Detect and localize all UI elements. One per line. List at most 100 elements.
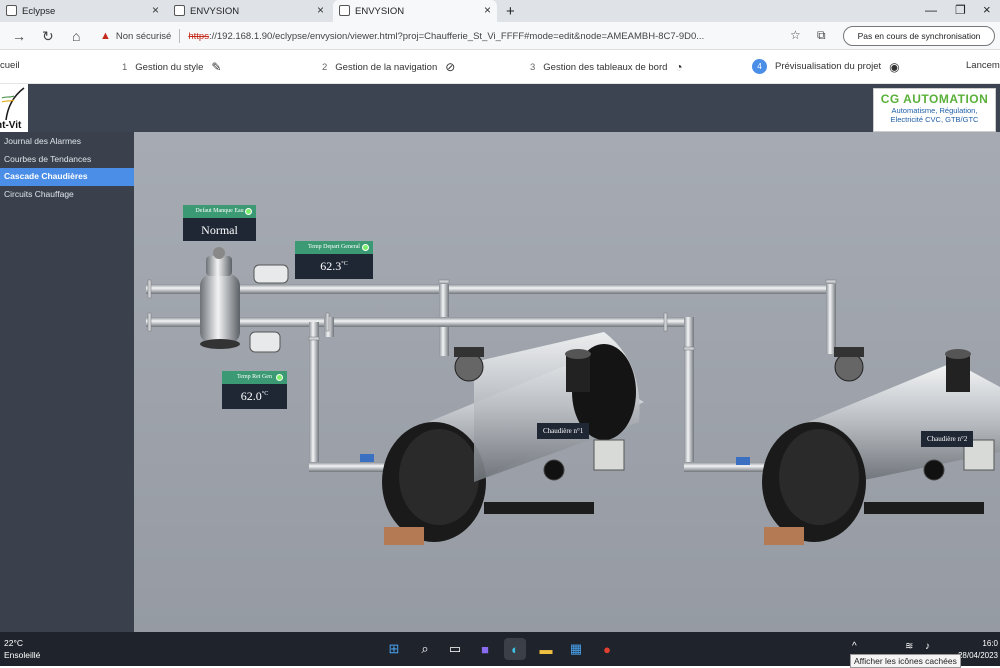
close-icon[interactable]: × — [317, 3, 324, 17]
step-preview[interactable]: 4 Prévisualisation du projet ◉ — [752, 59, 900, 74]
url-scheme: https — [188, 30, 209, 42]
new-tab-button[interactable]: + — [500, 0, 522, 22]
weather-temp: 22°C — [4, 638, 23, 648]
gauge-icon: ◔ — [675, 60, 683, 74]
sidebar-item-tendances[interactable]: Courbes de Tendances — [0, 151, 134, 169]
clock[interactable]: 16:0 28/04/2023 — [958, 638, 998, 662]
url-text: ://192.168.1.90/eclypse/envysion/viewer.… — [208, 30, 705, 42]
step-number: 2 — [322, 61, 328, 73]
sidebar-item-label: Courbes de Tendances — [4, 153, 92, 164]
close-window-icon[interactable]: × — [983, 2, 991, 17]
start-icon[interactable]: ⊞ — [383, 638, 405, 660]
sidebar-item-circuits[interactable]: Circuits Chauffage — [0, 186, 134, 204]
boiler-label-text: Chaudière n°2 — [927, 435, 968, 443]
maximize-icon[interactable]: ❐ — [955, 3, 966, 17]
page-icon — [339, 5, 350, 16]
clock-date: 28/04/2023 — [957, 651, 998, 660]
task-view-icon[interactable]: ▭ — [444, 638, 466, 660]
widget-unit: °C — [341, 261, 348, 267]
status-dot — [276, 374, 283, 381]
refresh-icon[interactable]: ↻ — [42, 28, 54, 45]
widget-unit: °C — [261, 391, 269, 397]
clock-time: 16:0 — [982, 639, 998, 648]
widget-temp-depart[interactable]: Temp Depart General 62.3°C — [295, 241, 373, 279]
forward-icon[interactable]: → — [12, 28, 26, 44]
close-icon[interactable]: × — [152, 3, 159, 17]
boiler-1-label[interactable]: Chaudière n°1 — [537, 423, 590, 439]
eye-icon: ◉ — [889, 59, 900, 74]
tab-eclypse[interactable]: Eclypse × — [0, 0, 165, 22]
widget-title: Temp Ret Gen — [237, 374, 272, 380]
volume-icon[interactable]: ♪ — [925, 641, 930, 652]
home-icon[interactable]: ⌂ — [72, 28, 80, 44]
flow-meter-retour — [249, 331, 281, 353]
chrome-icon[interactable]: ● — [596, 638, 618, 660]
step-label: Prévisualisation du projet — [775, 61, 882, 72]
edge-icon[interactable]: ◐ — [504, 638, 526, 660]
weather-widget[interactable]: 22°C Ensoleillé — [4, 637, 40, 661]
status-dot — [245, 208, 252, 215]
minimize-icon[interactable]: — — [925, 3, 937, 17]
tab-envysion-1[interactable]: ENVYSION × — [168, 0, 330, 22]
boiler-label-text: Chaudière n°1 — [543, 427, 584, 435]
step-label: Gestion de la navigation — [335, 61, 438, 73]
logo-text: nt-Vit — [0, 120, 22, 131]
step-navigation[interactable]: 2 Gestion de la navigation ⊘ — [322, 60, 455, 74]
brand-title: CG AUTOMATION — [880, 92, 989, 106]
boiler-1 — [382, 332, 644, 545]
widget-temp-retour[interactable]: Temp Ret Gen 62.0°C — [222, 371, 287, 409]
step-accueil[interactable]: cueil — [0, 60, 20, 71]
site-logo: nt-Vit — [0, 84, 28, 132]
edit-icon: ✎ — [211, 60, 222, 74]
sidebar-item-cascade[interactable]: Cascade Chaudières — [0, 168, 134, 186]
step-launch[interactable]: Lanceme — [966, 60, 1000, 71]
favorites-icon[interactable]: ☆ — [790, 28, 801, 42]
page-icon — [6, 5, 17, 16]
step-dashboards[interactable]: 3 Gestion des tableaux de bord ◔ — [530, 60, 683, 74]
sidebar-item-label: Journal des Alarmes — [4, 136, 82, 146]
sync-button[interactable]: Pas en cours de synchronisation — [843, 26, 995, 46]
steps-bar: cueil 1 Gestion du style ✎ 2 Gestion de … — [0, 50, 1000, 84]
collections-icon[interactable]: ⧉ — [817, 28, 826, 43]
pipe-retour-down — [684, 317, 694, 467]
explorer-icon[interactable]: ▬ — [535, 638, 557, 660]
store-icon[interactable]: ▦ — [565, 638, 587, 660]
weather-text: Ensoleillé — [4, 650, 41, 660]
search-icon[interactable]: ⌕ — [414, 638, 436, 660]
compass-icon: ⊘ — [445, 60, 456, 74]
valve-b2 — [736, 457, 750, 465]
step-style[interactable]: 1 Gestion du style ✎ — [122, 60, 221, 74]
flow-meter-depart — [253, 264, 289, 284]
sidebar-item-label: Cascade Chaudières — [4, 171, 88, 181]
chevron-up-icon[interactable]: ^ — [852, 641, 857, 652]
step-label: Gestion des tableaux de bord — [543, 61, 668, 73]
security-label: Non sécurisé — [115, 30, 172, 42]
pipe-depart-b2 — [826, 284, 836, 354]
pipe-depart — [146, 284, 836, 294]
step-number: 1 — [122, 61, 128, 73]
sidebar-item-alarmes[interactable]: Journal des Alarmes — [0, 133, 134, 151]
brand-line1: Automatisme, Régulation, — [891, 106, 978, 115]
sidebar-item-label: Circuits Chauffage — [4, 188, 74, 199]
teams-icon[interactable]: ■ — [474, 638, 496, 660]
url-field[interactable]: ▲ Non sécurisé https ://192.168.1.90/ecl… — [100, 26, 830, 46]
synoptic-canvas: Defaut Manque Eau Normal Temp Depart Gen… — [134, 132, 1000, 632]
tab-label: Eclypse — [22, 5, 56, 17]
sidebar: Journal des Alarmes Courbes de Tendances… — [0, 132, 134, 632]
app-header — [0, 84, 1000, 132]
widget-title: Temp Depart General — [308, 244, 360, 250]
wifi-icon[interactable]: ≋ — [905, 641, 913, 652]
step-number: 3 — [530, 61, 536, 73]
boiler-2-label[interactable]: Chaudière n°2 — [921, 431, 974, 447]
tab-envysion-2[interactable]: ENVYSION × — [333, 0, 497, 22]
widget-value: 62.3 — [320, 259, 342, 273]
tooltip-text: Afficher les icônes cachées — [854, 656, 957, 666]
browser-tab-bar: Eclypse × ENVYSION × ENVYSION × + — ❐ × — [0, 0, 1000, 22]
close-icon[interactable]: × — [484, 3, 491, 17]
widget-defaut-manque-eau[interactable]: Defaut Manque Eau Normal — [183, 205, 256, 241]
page-icon — [174, 5, 185, 16]
status-dot — [362, 244, 369, 251]
warning-icon: ▲ — [100, 30, 111, 42]
step-label: Lanceme — [966, 60, 1000, 71]
tab-label: ENVYSION — [190, 5, 240, 17]
